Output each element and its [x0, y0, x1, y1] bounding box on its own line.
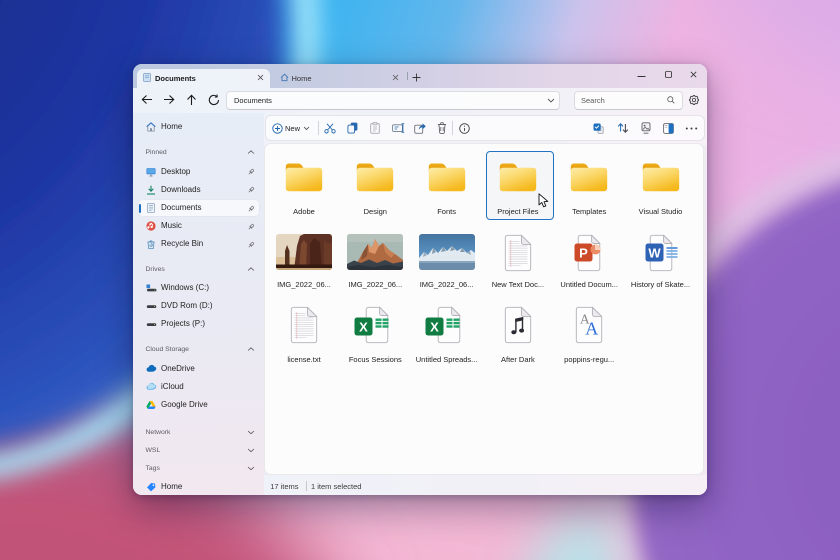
svg-text:A: A [585, 319, 598, 339]
svg-text:W: W [648, 246, 661, 261]
svg-text:X: X [430, 319, 439, 334]
svg-text:P: P [579, 246, 588, 261]
svg-text:X: X [359, 319, 368, 334]
